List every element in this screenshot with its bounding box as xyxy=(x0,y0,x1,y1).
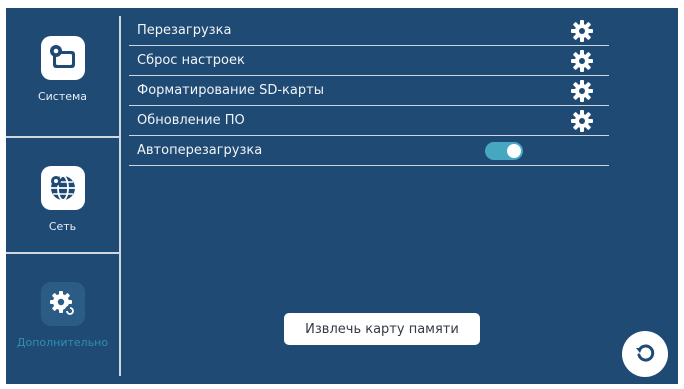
advanced-gear-icon xyxy=(40,282,85,326)
back-button[interactable] xyxy=(622,331,668,377)
gear-icon[interactable] xyxy=(569,78,595,104)
network-globe-icon xyxy=(40,166,85,210)
sidebar-item-advanced[interactable]: Дополнительно xyxy=(6,282,119,349)
sidebar-separator xyxy=(6,252,119,254)
sidebar-divider xyxy=(119,16,121,376)
gear-icon[interactable] xyxy=(569,48,595,74)
system-icon xyxy=(40,36,85,80)
list-item-auto-reboot: Автоперезагрузка xyxy=(129,136,609,166)
sidebar-item-system[interactable]: Система xyxy=(6,36,119,103)
sidebar-item-label: Система xyxy=(37,90,88,103)
list-item-label: Перезагрузка xyxy=(137,23,232,38)
sidebar-item-label: Сеть xyxy=(48,220,77,233)
eject-sd-card-button[interactable]: Извлечь карту памяти xyxy=(284,313,480,345)
gear-icon[interactable] xyxy=(569,108,595,134)
list-item-firmware-update[interactable]: Обновление ПО xyxy=(129,106,609,136)
list-item-reboot[interactable]: Перезагрузка xyxy=(129,16,609,46)
sidebar-item-network[interactable]: Сеть xyxy=(6,166,119,233)
sidebar: Система Сеть Дополнительно xyxy=(6,8,121,384)
settings-list: Перезагрузка Сброс настроек Форматирован… xyxy=(129,16,609,166)
list-item-label: Обновление ПО xyxy=(137,113,245,128)
list-item-factory-reset[interactable]: Сброс настроек xyxy=(129,46,609,76)
auto-reboot-toggle[interactable] xyxy=(485,141,523,160)
sidebar-separator xyxy=(6,136,119,138)
toggle-knob xyxy=(507,143,521,158)
back-arrow-icon xyxy=(633,340,657,368)
settings-screen: Система Сеть Дополнительно Перезагрузка … xyxy=(6,8,678,384)
sidebar-item-label: Дополнительно xyxy=(16,336,109,349)
list-item-label: Автоперезагрузка xyxy=(137,143,263,158)
gear-icon[interactable] xyxy=(569,18,595,44)
list-item-label: Сброс настроек xyxy=(137,53,245,68)
list-item-label: Форматирование SD-карты xyxy=(137,83,324,98)
list-item-format-sd[interactable]: Форматирование SD-карты xyxy=(129,76,609,106)
